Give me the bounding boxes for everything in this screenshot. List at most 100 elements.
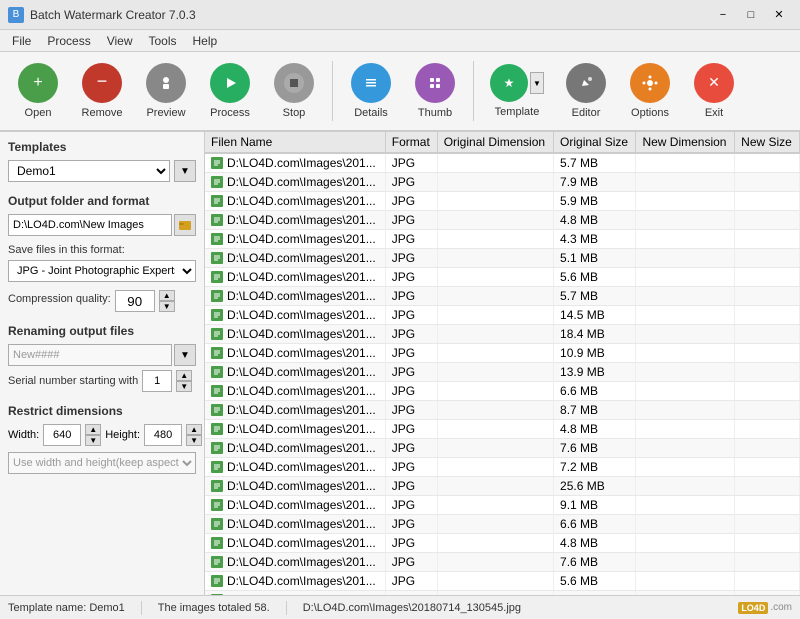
remove-button[interactable]: − Remove	[72, 56, 132, 126]
serial-down[interactable]: ▼	[176, 381, 192, 392]
table-row[interactable]: D:\LO4D.com\Images\201... JPG 14.5 MB	[205, 306, 800, 325]
serial-up[interactable]: ▲	[176, 370, 192, 381]
table-row[interactable]: D:\LO4D.com\Images\201... JPG 7.6 MB	[205, 439, 800, 458]
cell-filename: D:\LO4D.com\Images\201...	[205, 553, 385, 572]
menu-bar: File Process View Tools Help	[0, 30, 800, 52]
menu-file[interactable]: File	[4, 32, 39, 50]
filename-text: D:\LO4D.com\Images\201...	[227, 593, 376, 595]
details-button[interactable]: Details	[341, 56, 401, 126]
width-input[interactable]	[43, 424, 81, 446]
table-row[interactable]: D:\LO4D.com\Images\201... JPG 10.9 MB	[205, 344, 800, 363]
svg-text:+: +	[33, 74, 42, 91]
menu-help[interactable]: Help	[185, 32, 226, 50]
cell-filename: D:\LO4D.com\Images\201...	[205, 458, 385, 477]
cell-filename: D:\LO4D.com\Images\201...	[205, 401, 385, 420]
cell-orig-dim	[437, 458, 553, 477]
aspect-select[interactable]: Use width and height(keep aspect ...	[8, 452, 196, 474]
table-row[interactable]: D:\LO4D.com\Images\201... JPG 5.7 MB	[205, 153, 800, 173]
cell-new-dim	[636, 230, 735, 249]
cell-orig-size: 7.0 MB	[554, 591, 636, 596]
rename-input[interactable]	[8, 344, 172, 366]
exit-button[interactable]: ✕ Exit	[684, 56, 744, 126]
table-row[interactable]: D:\LO4D.com\Images\201... JPG 5.1 MB	[205, 249, 800, 268]
cell-orig-dim	[437, 496, 553, 515]
open-icon: +	[18, 63, 58, 103]
table-row[interactable]: D:\LO4D.com\Images\201... JPG 7.2 MB	[205, 458, 800, 477]
template-expand-button[interactable]: ▼	[174, 160, 196, 182]
menu-view[interactable]: View	[99, 32, 141, 50]
template-button[interactable]: ★ ▼ Template	[482, 56, 552, 126]
table-row[interactable]: D:\LO4D.com\Images\201... JPG 7.0 MB	[205, 591, 800, 596]
template-dropdown-arrow[interactable]: ▼	[530, 72, 544, 94]
rename-dropdown[interactable]: ▼	[174, 344, 196, 366]
cell-new-dim	[636, 572, 735, 591]
menu-process[interactable]: Process	[39, 32, 98, 50]
thumb-button[interactable]: Thumb	[405, 56, 465, 126]
open-label: Open	[25, 107, 52, 119]
compression-up[interactable]: ▲	[159, 290, 175, 301]
cell-new-size	[735, 173, 800, 192]
table-row[interactable]: D:\LO4D.com\Images\201... JPG 6.6 MB	[205, 382, 800, 401]
cell-orig-dim	[437, 515, 553, 534]
table-row[interactable]: D:\LO4D.com\Images\201... JPG 18.4 MB	[205, 325, 800, 344]
cell-filename: D:\LO4D.com\Images\201...	[205, 230, 385, 249]
table-row[interactable]: D:\LO4D.com\Images\201... JPG 4.8 MB	[205, 420, 800, 439]
height-input[interactable]	[144, 424, 182, 446]
table-row[interactable]: D:\LO4D.com\Images\201... JPG 5.6 MB	[205, 572, 800, 591]
table-row[interactable]: D:\LO4D.com\Images\201... JPG 4.3 MB	[205, 230, 800, 249]
logo-text: .com	[770, 602, 792, 613]
cell-new-dim	[636, 211, 735, 230]
cell-orig-size: 7.6 MB	[554, 553, 636, 572]
close-button[interactable]: ✕	[766, 5, 792, 25]
compression-down[interactable]: ▼	[159, 301, 175, 312]
table-row[interactable]: D:\LO4D.com\Images\201... JPG 5.6 MB	[205, 268, 800, 287]
table-row[interactable]: D:\LO4D.com\Images\201... JPG 4.8 MB	[205, 211, 800, 230]
table-row[interactable]: D:\LO4D.com\Images\201... JPG 6.6 MB	[205, 515, 800, 534]
folder-input[interactable]	[8, 214, 172, 236]
table-row[interactable]: D:\LO4D.com\Images\201... JPG 25.6 MB	[205, 477, 800, 496]
height-up[interactable]: ▲	[186, 424, 202, 435]
table-row[interactable]: D:\LO4D.com\Images\201... JPG 9.1 MB	[205, 496, 800, 515]
table-row[interactable]: D:\LO4D.com\Images\201... JPG 8.7 MB	[205, 401, 800, 420]
table-row[interactable]: D:\LO4D.com\Images\201... JPG 4.8 MB	[205, 534, 800, 553]
menu-tools[interactable]: Tools	[141, 32, 185, 50]
file-icon	[211, 214, 223, 226]
file-list-scroll[interactable]: Filen Name Format Original Dimension Ori…	[205, 132, 800, 595]
open-button[interactable]: + Open	[8, 56, 68, 126]
cell-new-size	[735, 153, 800, 173]
stop-button[interactable]: Stop	[264, 56, 324, 126]
folder-browse-button[interactable]	[174, 214, 196, 236]
filename-text: D:\LO4D.com\Images\201...	[227, 517, 376, 531]
height-down[interactable]: ▼	[186, 435, 202, 446]
preview-icon	[146, 63, 186, 103]
options-button[interactable]: Options	[620, 56, 680, 126]
width-down[interactable]: ▼	[85, 435, 101, 446]
cell-new-dim	[636, 287, 735, 306]
compression-input[interactable]	[115, 290, 155, 312]
maximize-button[interactable]: □	[738, 5, 764, 25]
editor-button[interactable]: Editor	[556, 56, 616, 126]
width-up[interactable]: ▲	[85, 424, 101, 435]
preview-button[interactable]: Preview	[136, 56, 196, 126]
template-select[interactable]: Demo1	[8, 160, 170, 182]
table-row[interactable]: D:\LO4D.com\Images\201... JPG 5.9 MB	[205, 192, 800, 211]
table-row[interactable]: D:\LO4D.com\Images\201... JPG 7.9 MB	[205, 173, 800, 192]
table-row[interactable]: D:\LO4D.com\Images\201... JPG 7.6 MB	[205, 553, 800, 572]
table-row[interactable]: D:\LO4D.com\Images\201... JPG 5.7 MB	[205, 287, 800, 306]
process-icon	[210, 63, 250, 103]
file-icon	[211, 518, 223, 530]
options-label: Options	[631, 107, 669, 119]
cell-filename: D:\LO4D.com\Images\201...	[205, 420, 385, 439]
serial-input[interactable]	[142, 370, 172, 392]
cell-new-dim	[636, 591, 735, 596]
minimize-button[interactable]: −	[710, 5, 736, 25]
filename-text: D:\LO4D.com\Images\201...	[227, 498, 376, 512]
cell-orig-dim	[437, 287, 553, 306]
height-spinner: ▲ ▼	[186, 424, 202, 446]
filename-text: D:\LO4D.com\Images\201...	[227, 536, 376, 550]
table-row[interactable]: D:\LO4D.com\Images\201... JPG 13.9 MB	[205, 363, 800, 382]
process-button[interactable]: Process	[200, 56, 260, 126]
format-select[interactable]: JPG - Joint Photographic Experts ...	[8, 260, 196, 282]
stop-label: Stop	[283, 107, 306, 119]
cell-new-size	[735, 268, 800, 287]
